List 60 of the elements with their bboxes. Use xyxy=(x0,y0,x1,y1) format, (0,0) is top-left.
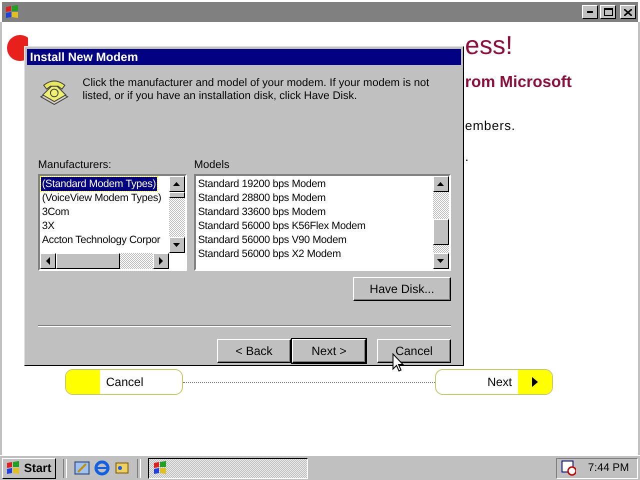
taskbar-button[interactable] xyxy=(148,458,308,478)
manufacturers-list[interactable]: (Standard Modem Types) (VoiceView Modem Types) 3Com 3X Accton Technology Corpor xyxy=(38,174,187,271)
scroll-right-button[interactable] xyxy=(153,253,169,269)
heading: ess! xyxy=(465,30,514,60)
windows-logo-icon xyxy=(5,460,21,476)
body-text: embers. xyxy=(465,118,516,133)
models-list[interactable]: Standard 19200 bps Modem Standard 28800 bps Modem Standard 33600 bps Modem Standard 56000 bps K56Flex Modem Standard 56000 bps V90 Modem Standard 56000 bps X2 Modem xyxy=(194,174,451,271)
scroll-down-button[interactable] xyxy=(433,253,449,269)
models-label: Models xyxy=(194,159,230,171)
dialog-title: Install New Modem xyxy=(30,50,138,64)
app-icon xyxy=(4,4,20,20)
up-arrow-icon xyxy=(437,182,445,186)
scroll-thumb[interactable] xyxy=(169,192,185,198)
close-button[interactable] xyxy=(620,5,636,19)
instruction-text: Click the manufacturer and model of your modem. If your modem is not listed, or if you have an installation disk, click Have Disk. xyxy=(82,77,430,103)
scroll-thumb[interactable] xyxy=(56,253,120,269)
browser-icon[interactable] xyxy=(94,460,110,476)
windows-logo-icon xyxy=(152,460,168,476)
manufacturers-label: Manufacturers: xyxy=(38,159,112,171)
logo-icon xyxy=(6,34,28,62)
play-icon xyxy=(532,377,538,387)
down-arrow-icon xyxy=(173,242,181,248)
list-item[interactable]: Standard 28800 bps Modem xyxy=(197,191,327,205)
dialog-button[interactable]: Cancel xyxy=(377,339,451,363)
list-item[interactable]: (VoiceView Modem Types) xyxy=(41,191,162,205)
list-item[interactable]: Standard 19200 bps Modem xyxy=(197,177,327,191)
body-text: . xyxy=(465,149,470,164)
close-icon xyxy=(624,8,632,16)
minimize-button[interactable] xyxy=(582,5,598,19)
scroll-up-button[interactable] xyxy=(433,176,449,192)
down-arrow-icon xyxy=(437,258,445,264)
next-button[interactable]: Next xyxy=(435,369,553,395)
list-item[interactable]: 3Com xyxy=(41,205,70,219)
desktop-icon[interactable] xyxy=(74,460,90,476)
clock: 7:44 PM xyxy=(588,462,629,474)
maximize-button[interactable] xyxy=(600,5,616,19)
maximize-icon xyxy=(604,8,612,16)
up-arrow-icon xyxy=(173,182,181,186)
have-disk-button[interactable]: Have Disk... xyxy=(353,277,451,301)
channels-icon[interactable] xyxy=(114,460,130,476)
start-button[interactable]: Start xyxy=(2,458,56,478)
right-arrow-icon xyxy=(158,257,164,265)
list-item[interactable]: 3X xyxy=(41,219,56,233)
minimize-icon xyxy=(587,11,593,13)
list-item[interactable]: Standard 56000 bps V90 Modem xyxy=(197,233,348,247)
list-item[interactable]: Accton Technology Corpor xyxy=(41,233,162,247)
left-arrow-icon xyxy=(46,257,50,265)
scroll-up-button[interactable] xyxy=(169,176,185,192)
scheduler-icon[interactable] xyxy=(561,460,576,476)
list-item[interactable]: Standard 56000 bps K56Flex Modem xyxy=(197,219,367,233)
scroll-left-button[interactable] xyxy=(40,253,56,269)
list-item[interactable]: Standard 56000 bps X2 Modem xyxy=(197,247,342,261)
scroll-thumb[interactable] xyxy=(433,219,449,245)
dialog-button[interactable]: Next > xyxy=(292,339,366,363)
dialog-button[interactable]: < Back xyxy=(217,339,291,363)
list-item[interactable]: (Standard Modem Types) xyxy=(41,177,157,191)
cancel-button[interactable]: Cancel xyxy=(65,369,183,395)
subheading: rom Microsoft xyxy=(465,74,573,92)
list-item[interactable]: Standard 33600 bps Modem xyxy=(197,205,327,219)
scroll-down-button[interactable] xyxy=(169,237,185,253)
